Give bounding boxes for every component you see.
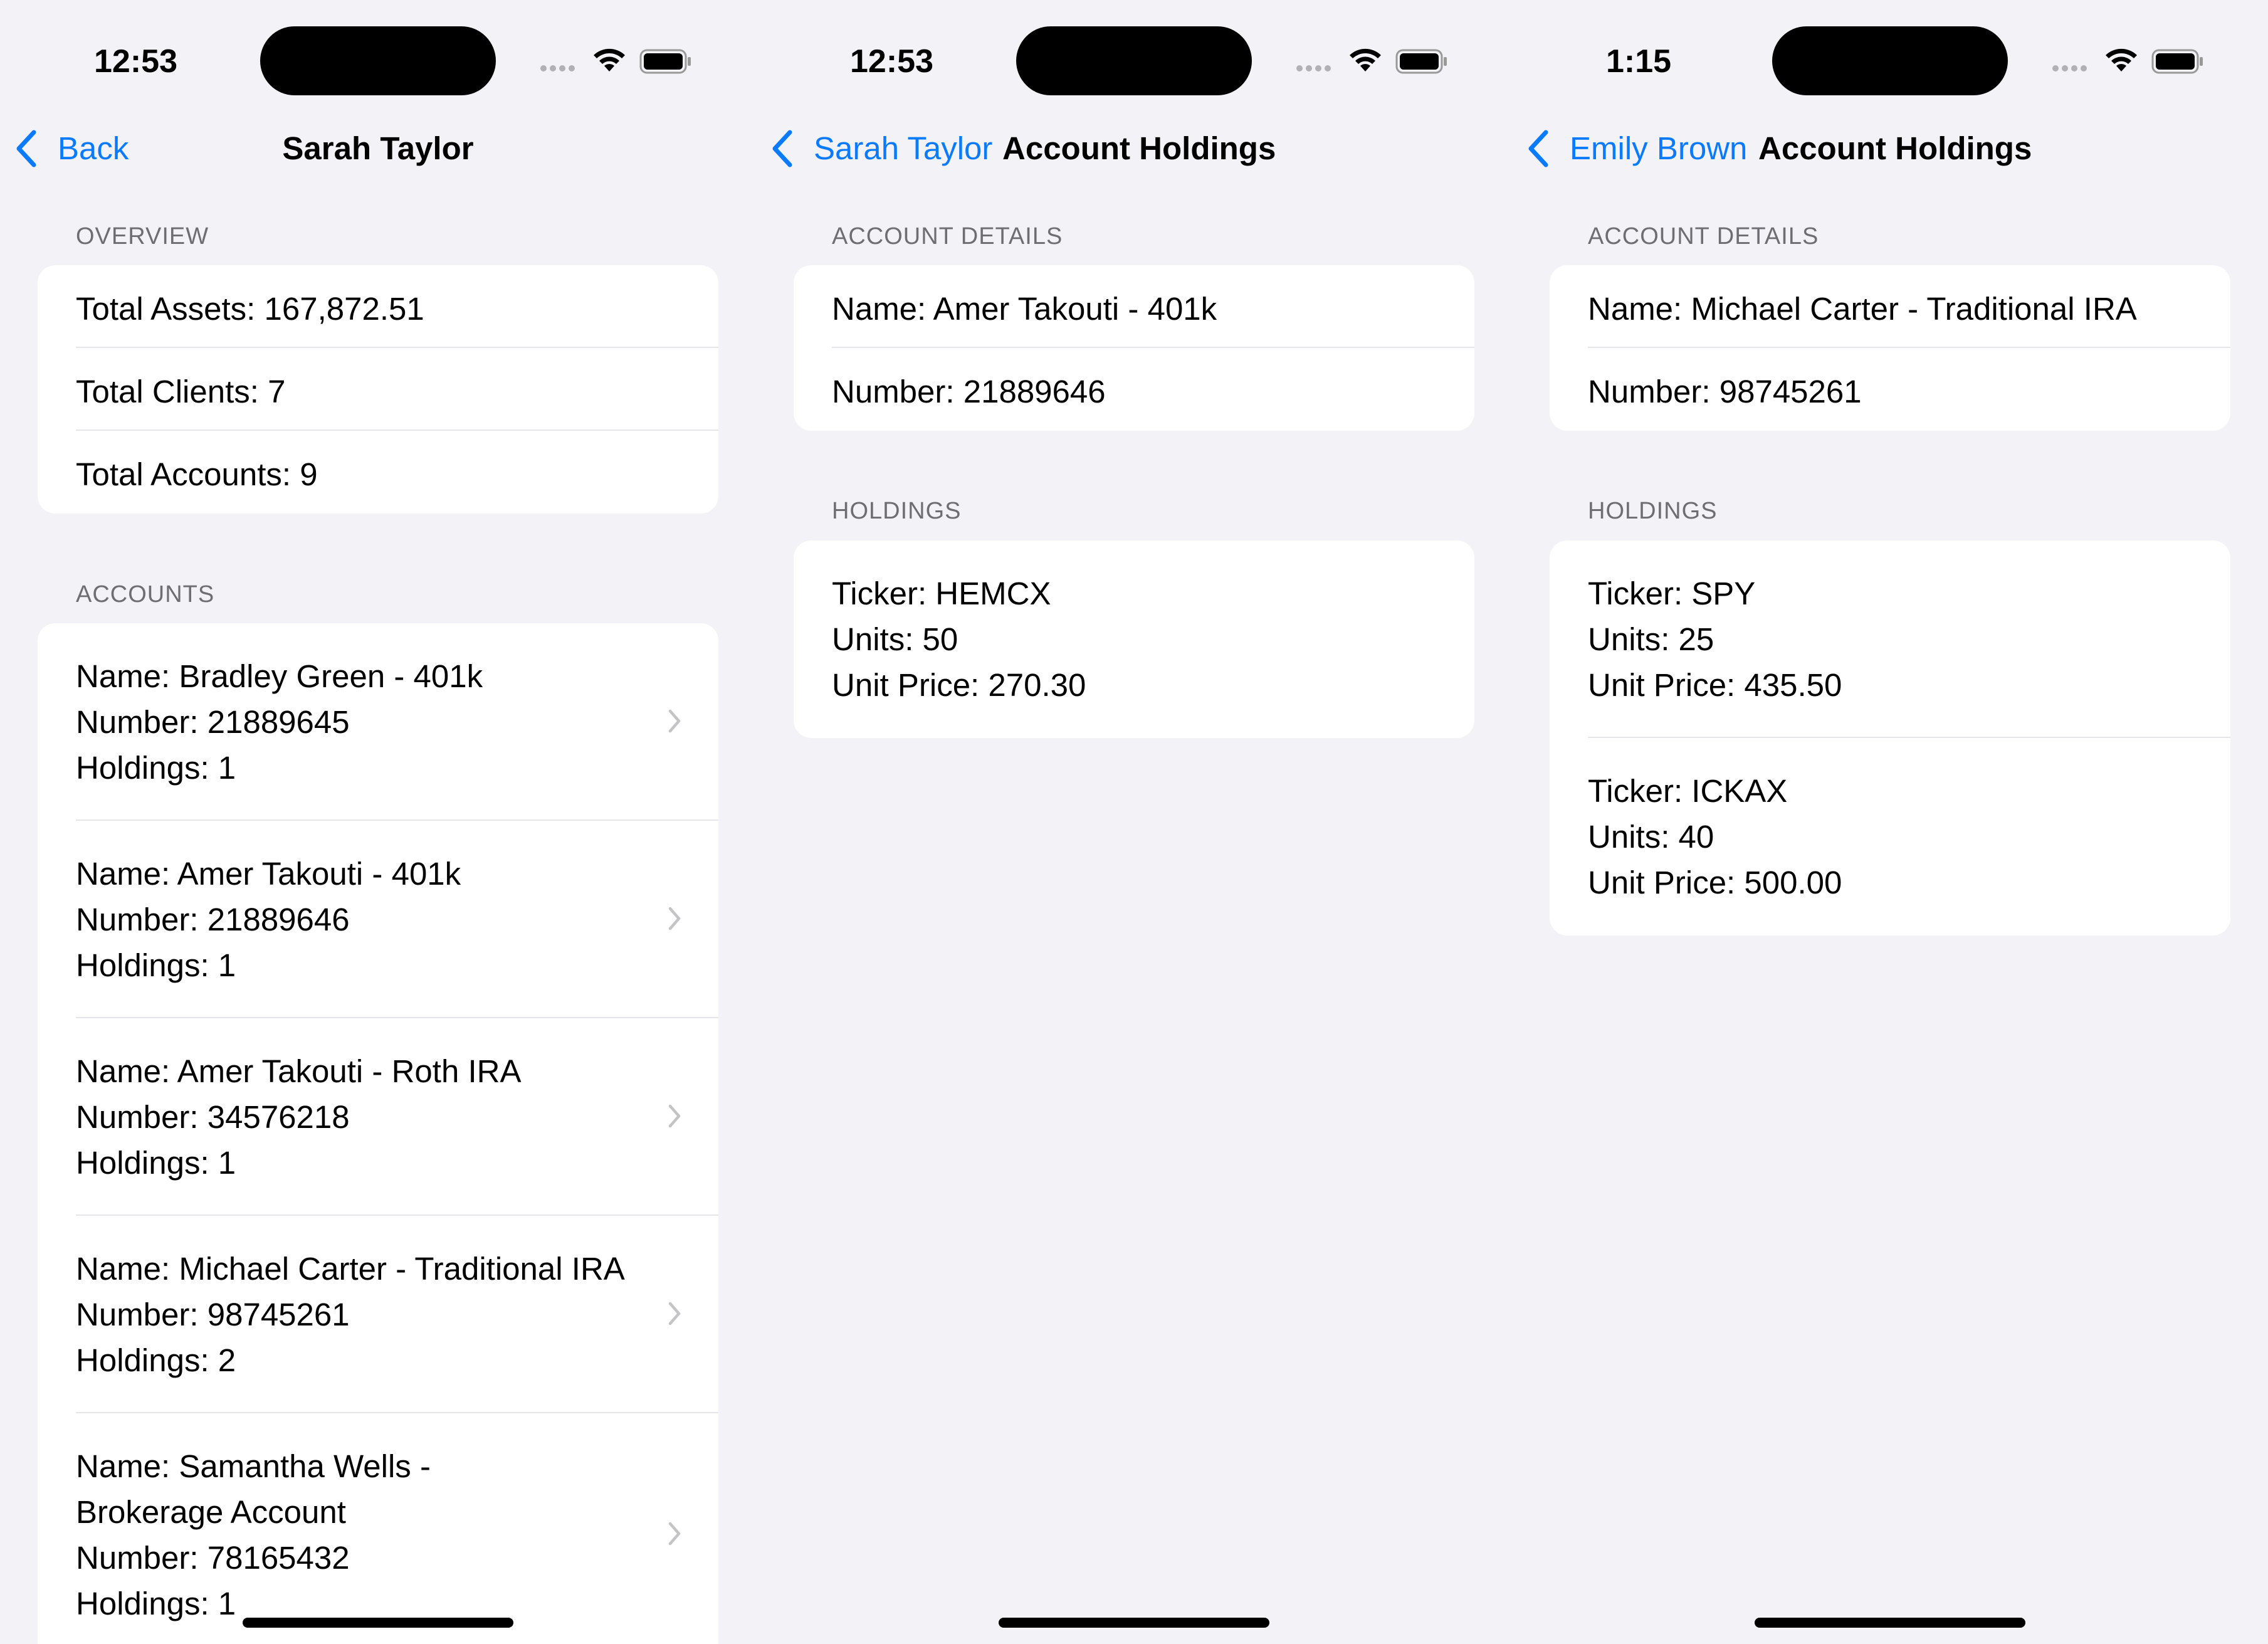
holding-list-item: Ticker: ICKAX Units: 40 Unit Price: 500.… bbox=[1550, 738, 2230, 935]
status-time: 1:15 bbox=[1606, 43, 1672, 80]
battery-icon bbox=[639, 49, 691, 74]
wifi-icon bbox=[1350, 48, 1381, 71]
chevron-right-icon bbox=[668, 1522, 681, 1546]
holdings-card: Ticker: HEMCX Units: 50 Unit Price: 270.… bbox=[794, 540, 1474, 738]
total-assets-label: Total Assets: 167,872.51 bbox=[76, 291, 424, 327]
holding-ticker: Ticker: SPY bbox=[1588, 576, 1756, 611]
cellular-signal-icon bbox=[2052, 65, 2090, 73]
holding-ticker: Ticker: HEMCX bbox=[832, 576, 1051, 611]
navigation-bar: Sarah Taylor Account Holdings bbox=[756, 122, 1512, 172]
holding-unit-price: Unit Price: 435.50 bbox=[1588, 667, 1842, 703]
account-holdings: Holdings: 2 bbox=[76, 1342, 236, 1378]
dynamic-island bbox=[260, 26, 496, 95]
account-details-card: Name: Amer Takouti - 401k Number: 218896… bbox=[794, 265, 1474, 431]
holding-units: Units: 50 bbox=[832, 621, 958, 657]
status-time: 12:53 bbox=[850, 43, 933, 80]
holdings-section-header: HOLDINGS bbox=[832, 498, 962, 524]
status-icons bbox=[1296, 46, 1459, 78]
account-number-row: Number: 21889646 bbox=[794, 348, 1474, 431]
total-clients-row: Total Clients: 7 bbox=[38, 348, 718, 431]
navigation-bar: Emily Brown Account Holdings bbox=[1512, 122, 2268, 172]
holding-ticker: Ticker: ICKAX bbox=[1588, 773, 1788, 809]
home-indicator[interactable] bbox=[243, 1618, 513, 1628]
account-name: Name: Samantha Wells - bbox=[76, 1448, 431, 1484]
account-holdings: Holdings: 1 bbox=[76, 947, 236, 983]
chevron-right-icon bbox=[668, 1302, 681, 1325]
cellular-signal-icon bbox=[540, 65, 578, 73]
account-name-row: Name: Amer Takouti - 401k bbox=[794, 265, 1474, 348]
page-title: Account Holdings bbox=[1758, 130, 2032, 166]
wifi-icon bbox=[594, 48, 625, 71]
account-name: Name: Amer Takouti - 401k bbox=[832, 291, 1217, 327]
account-name: Name: Amer Takouti - 401k bbox=[76, 856, 461, 892]
account-number: Number: 78165432 bbox=[76, 1540, 350, 1576]
account-list-item[interactable]: Name: Bradley Green - 401k Number: 21889… bbox=[38, 623, 718, 821]
holding-units: Units: 25 bbox=[1588, 621, 1714, 657]
total-assets-row: Total Assets: 167,872.51 bbox=[38, 265, 718, 348]
account-list-item[interactable]: Name: Samantha Wells - Brokerage Account… bbox=[38, 1413, 718, 1644]
account-number: Number: 21889645 bbox=[76, 704, 350, 740]
holding-unit-price: Unit Price: 270.30 bbox=[832, 667, 1086, 703]
screen-account-holdings: 12:53 Sarah Taylor Account Holdings ACCO… bbox=[756, 0, 1512, 1644]
home-indicator[interactable] bbox=[999, 1618, 1269, 1628]
account-holdings: Holdings: 1 bbox=[76, 1145, 236, 1181]
total-accounts-label: Total Accounts: 9 bbox=[76, 456, 318, 492]
wifi-icon bbox=[2106, 48, 2137, 71]
status-icons bbox=[540, 46, 703, 78]
screen-account-holdings-2: 1:15 Emily Brown Account Holdings ACCOUN… bbox=[1512, 0, 2268, 1644]
accounts-section-header: ACCOUNTS bbox=[76, 581, 215, 608]
holding-list-item: Ticker: HEMCX Units: 50 Unit Price: 270.… bbox=[794, 540, 1474, 738]
account-holdings: Holdings: 1 bbox=[76, 750, 236, 786]
dynamic-island bbox=[1772, 26, 2008, 95]
total-accounts-row: Total Accounts: 9 bbox=[38, 431, 718, 514]
chevron-right-icon bbox=[668, 709, 681, 733]
page-title: Sarah Taylor bbox=[282, 130, 474, 166]
account-number: Number: 21889646 bbox=[832, 374, 1106, 409]
holding-unit-price: Unit Price: 500.00 bbox=[1588, 865, 1842, 900]
back-button[interactable]: Emily Brown bbox=[1570, 130, 1747, 167]
account-details-section-header: ACCOUNT DETAILS bbox=[1588, 223, 1819, 250]
account-name-continued: Brokerage Account bbox=[76, 1494, 346, 1530]
account-name: Name: Bradley Green - 401k bbox=[76, 658, 483, 694]
account-name: Name: Amer Takouti - Roth IRA bbox=[76, 1053, 522, 1089]
account-name-row: Name: Michael Carter - Traditional IRA bbox=[1550, 265, 2230, 348]
account-name: Name: Michael Carter - Traditional IRA bbox=[1588, 291, 2137, 327]
holding-units: Units: 40 bbox=[1588, 819, 1714, 855]
holdings-section-header: HOLDINGS bbox=[1588, 498, 1718, 524]
holdings-card: Ticker: SPY Units: 25 Unit Price: 435.50… bbox=[1550, 540, 2230, 935]
account-list-item[interactable]: Name: Michael Carter - Traditional IRA N… bbox=[38, 1216, 718, 1413]
chevron-left-icon[interactable] bbox=[770, 129, 795, 169]
total-clients-label: Total Clients: 7 bbox=[76, 374, 286, 409]
accounts-list: Name: Bradley Green - 401k Number: 21889… bbox=[38, 623, 718, 1644]
page-title: Account Holdings bbox=[1002, 130, 1276, 166]
account-number: Number: 34576218 bbox=[76, 1099, 350, 1135]
overview-section-header: OVERVIEW bbox=[76, 223, 209, 250]
chevron-right-icon bbox=[668, 1104, 681, 1128]
back-button[interactable]: Sarah Taylor bbox=[814, 130, 992, 167]
account-number: Number: 98745261 bbox=[1588, 374, 1862, 409]
home-indicator[interactable] bbox=[1755, 1618, 2025, 1628]
status-icons bbox=[2052, 46, 2215, 78]
account-details-section-header: ACCOUNT DETAILS bbox=[832, 223, 1063, 250]
account-number: Number: 21889646 bbox=[76, 902, 350, 937]
dynamic-island bbox=[1016, 26, 1252, 95]
battery-icon bbox=[2151, 49, 2203, 74]
account-list-item[interactable]: Name: Amer Takouti - 401k Number: 218896… bbox=[38, 821, 718, 1018]
account-name: Name: Michael Carter - Traditional IRA bbox=[76, 1251, 625, 1287]
account-details-card: Name: Michael Carter - Traditional IRA N… bbox=[1550, 265, 2230, 431]
chevron-right-icon bbox=[668, 907, 681, 930]
status-time: 12:53 bbox=[94, 43, 177, 80]
account-list-item[interactable]: Name: Amer Takouti - Roth IRA Number: 34… bbox=[38, 1018, 718, 1216]
cellular-signal-icon bbox=[1296, 65, 1334, 73]
account-number-row: Number: 98745261 bbox=[1550, 348, 2230, 431]
holding-list-item: Ticker: SPY Units: 25 Unit Price: 435.50 bbox=[1550, 540, 2230, 738]
screen-client-overview: 12:53 Back Sarah Taylor OVERVIEW Total A… bbox=[0, 0, 756, 1644]
overview-card: Total Assets: 167,872.51 Total Clients: … bbox=[38, 265, 718, 514]
navigation-bar: Back Sarah Taylor bbox=[0, 122, 756, 172]
battery-icon bbox=[1395, 49, 1447, 74]
chevron-left-icon[interactable] bbox=[1526, 129, 1551, 169]
account-number: Number: 98745261 bbox=[76, 1297, 350, 1332]
